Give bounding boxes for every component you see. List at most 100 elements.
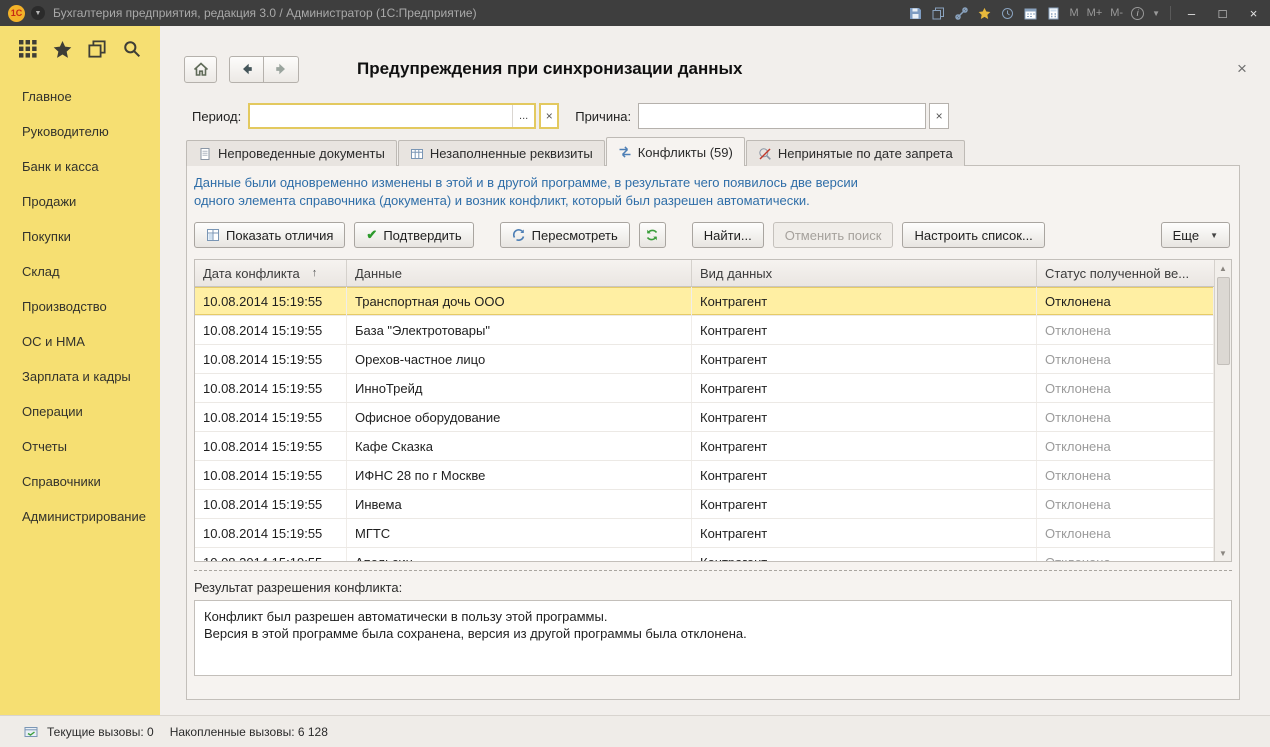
refresh-icon — [645, 228, 659, 242]
period-choose-button[interactable]: ... — [512, 105, 534, 127]
forward-button[interactable] — [264, 56, 299, 83]
sidebar-item[interactable]: Отчеты — [0, 429, 160, 464]
app-menu-chevron-icon[interactable]: ▼ — [31, 6, 45, 20]
sidebar-item[interactable]: Справочники — [0, 464, 160, 499]
calendar-icon[interactable] — [1023, 6, 1038, 21]
table-row[interactable]: 10.08.2014 15:19:55 МГТС Контрагент Откл… — [195, 519, 1214, 548]
period-input[interactable] — [250, 105, 512, 127]
favorites-star-icon[interactable] — [977, 6, 992, 21]
cell-conflict-date: 10.08.2014 15:19:55 — [195, 548, 347, 561]
back-button[interactable] — [229, 56, 264, 83]
sidebar-item[interactable]: Покупки — [0, 219, 160, 254]
memory-m-minus-button[interactable]: M- — [1110, 7, 1123, 19]
scrollbar-thumb[interactable] — [1217, 277, 1230, 365]
sidebar-item-label: Отчеты — [22, 439, 67, 454]
sidebar-item[interactable]: Продажи — [0, 184, 160, 219]
cell-conflict-date: 10.08.2014 15:19:55 — [195, 432, 347, 460]
search-icon[interactable] — [122, 39, 142, 59]
splitter-handle[interactable] — [194, 570, 1232, 571]
reason-clear-button[interactable]: × — [929, 103, 949, 129]
history-icon[interactable] — [1000, 6, 1015, 21]
cell-data-kind: Контрагент — [692, 490, 1037, 518]
table-row[interactable]: 10.08.2014 15:19:55 Кафе Сказка Контраге… — [195, 432, 1214, 461]
sidebar-tools — [0, 26, 160, 67]
memory-m-button[interactable]: M — [1069, 7, 1078, 19]
find-button[interactable]: Найти... — [692, 222, 764, 248]
cell-data-kind: Контрагент — [692, 316, 1037, 344]
tab-conflicts[interactable]: Конфликты (59) — [606, 137, 745, 166]
scroll-up-icon[interactable]: ▲ — [1215, 260, 1231, 276]
current-calls: Текущие вызовы: 0 — [47, 725, 154, 739]
sidebar-item-label: Справочники — [22, 474, 101, 489]
table-row[interactable]: 10.08.2014 15:19:55 Инвема Контрагент От… — [195, 490, 1214, 519]
page-close-button[interactable]: × — [1230, 59, 1254, 79]
home-button[interactable] — [184, 56, 217, 83]
tab-unfilled-attributes[interactable]: Незаполненные реквизиты — [398, 140, 605, 166]
table-row[interactable]: 10.08.2014 15:19:55 ИнноТрейд Контрагент… — [195, 374, 1214, 403]
window-close-button[interactable]: × — [1241, 4, 1266, 23]
table-body: 10.08.2014 15:19:55 Транспортная дочь ОО… — [195, 287, 1214, 561]
scroll-down-icon[interactable]: ▼ — [1215, 545, 1231, 561]
window-title: Бухгалтерия предприятия, редакция 3.0 / … — [53, 6, 477, 20]
table-scrollbar[interactable]: ▲ ▼ — [1214, 260, 1231, 561]
history-pages-icon[interactable] — [87, 39, 107, 59]
configure-list-button[interactable]: Настроить список... — [902, 222, 1044, 248]
review-button[interactable]: Пересмотреть — [500, 222, 630, 248]
table-row[interactable]: 10.08.2014 15:19:55 ИФНС 28 по г Москве … — [195, 461, 1214, 490]
cell-conflict-date: 10.08.2014 15:19:55 — [195, 519, 347, 547]
sidebar-item-label: Покупки — [22, 229, 71, 244]
titlebar-more-chevron-icon[interactable]: ▼ — [1152, 9, 1160, 18]
calculator-icon[interactable] — [1046, 6, 1061, 21]
sections-menu-icon[interactable] — [18, 39, 38, 59]
sidebar-item[interactable]: ОС и НМА — [0, 324, 160, 359]
tab-unposted-documents[interactable]: Непроведенные документы — [186, 140, 397, 166]
result-line: Конфликт был разрешен автоматически в по… — [204, 608, 1222, 625]
copy-icon[interactable] — [931, 6, 946, 21]
sidebar-item[interactable]: Главное — [0, 79, 160, 114]
table-row[interactable]: 10.08.2014 15:19:55 Орехов-частное лицо … — [195, 345, 1214, 374]
link-icon[interactable] — [954, 6, 969, 21]
sidebar-item-label: Главное — [22, 89, 72, 104]
maximize-button[interactable]: □ — [1210, 4, 1235, 23]
sidebar-item[interactable]: Производство — [0, 289, 160, 324]
tab-label: Незаполненные реквизиты — [430, 146, 593, 161]
cell-conflict-date: 10.08.2014 15:19:55 — [195, 490, 347, 518]
cell-status: Отклонена — [1037, 316, 1214, 344]
table-row[interactable]: 10.08.2014 15:19:55 База "Электротовары"… — [195, 316, 1214, 345]
sidebar-item[interactable]: Банк и касса — [0, 149, 160, 184]
conflicts-table: Дата конфликта ↑ Данные Вид данных Стату… — [194, 259, 1232, 562]
tab-rejected-by-date[interactable]: Непринятые по дате запрета — [746, 140, 965, 166]
result-line: Версия в этой программе была сохранена, … — [204, 625, 1222, 642]
more-button[interactable]: Еще ▼ — [1161, 222, 1230, 248]
cancel-search-button[interactable]: Отменить поиск — [773, 222, 894, 248]
show-differences-button[interactable]: Показать отличия — [194, 222, 345, 248]
table-header: Дата конфликта ↑ Данные Вид данных Стату… — [195, 260, 1214, 287]
table-row[interactable]: 10.08.2014 15:19:55 Транспортная дочь ОО… — [195, 287, 1214, 316]
sidebar-item[interactable]: Операции — [0, 394, 160, 429]
column-header-data[interactable]: Данные — [347, 260, 692, 286]
table-row[interactable]: 10.08.2014 15:19:55 Офисное оборудование… — [195, 403, 1214, 432]
column-header-kind[interactable]: Вид данных — [692, 260, 1037, 286]
cell-data: Инвема — [347, 490, 692, 518]
cell-data-kind: Контрагент — [692, 345, 1037, 373]
sidebar-item[interactable]: Администрирование — [0, 499, 160, 534]
favorites-icon[interactable] — [53, 39, 73, 59]
reason-input[interactable] — [639, 104, 925, 128]
refresh-button[interactable] — [639, 222, 666, 248]
sidebar-nav: Главное Руководителю Банк и касса Продаж… — [0, 67, 160, 534]
sidebar-item[interactable]: Руководителю — [0, 114, 160, 149]
save-icon[interactable] — [908, 6, 923, 21]
minimize-button[interactable]: – — [1179, 4, 1204, 23]
column-header-date[interactable]: Дата конфликта ↑ — [195, 260, 347, 286]
sidebar-item[interactable]: Зарплата и кадры — [0, 359, 160, 394]
info-icon[interactable]: i — [1131, 7, 1144, 20]
calls-indicator-icon[interactable] — [24, 724, 39, 739]
table-row[interactable]: 10.08.2014 15:19:55 Апельсин Контрагент … — [195, 548, 1214, 561]
memory-m-plus-button[interactable]: M+ — [1087, 7, 1103, 19]
column-header-status[interactable]: Статус полученной ве... — [1037, 260, 1214, 286]
sort-ascending-icon: ↑ — [312, 267, 318, 279]
sidebar-item-label: Зарплата и кадры — [22, 369, 131, 384]
period-clear-button[interactable]: × — [539, 103, 559, 129]
sidebar-item[interactable]: Склад — [0, 254, 160, 289]
confirm-button[interactable]: ✔ Подтвердить — [354, 222, 473, 248]
